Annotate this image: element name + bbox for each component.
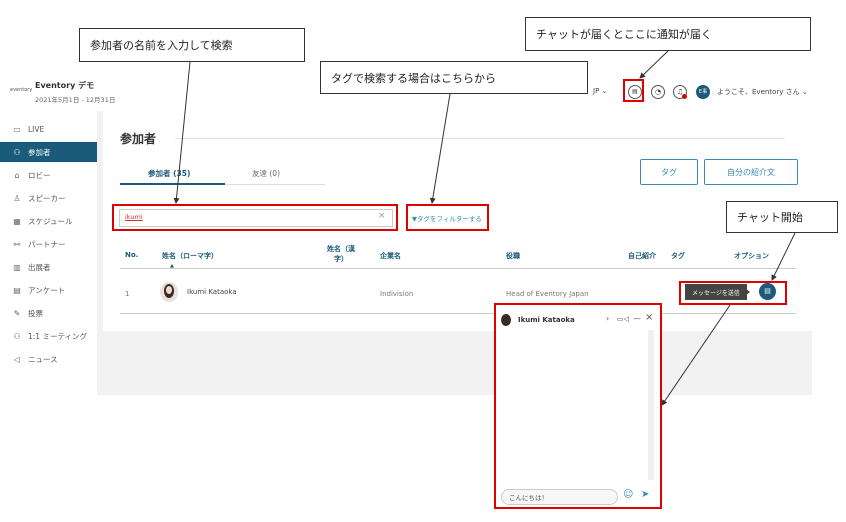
- arrow-tag: [429, 93, 451, 204]
- arrow-chat-start: [771, 232, 796, 281]
- annotation-arrows: [173, 50, 796, 406]
- arrow-chat-window: [661, 304, 731, 406]
- arrow-search: [173, 61, 191, 204]
- arrow-notify: [639, 50, 669, 79]
